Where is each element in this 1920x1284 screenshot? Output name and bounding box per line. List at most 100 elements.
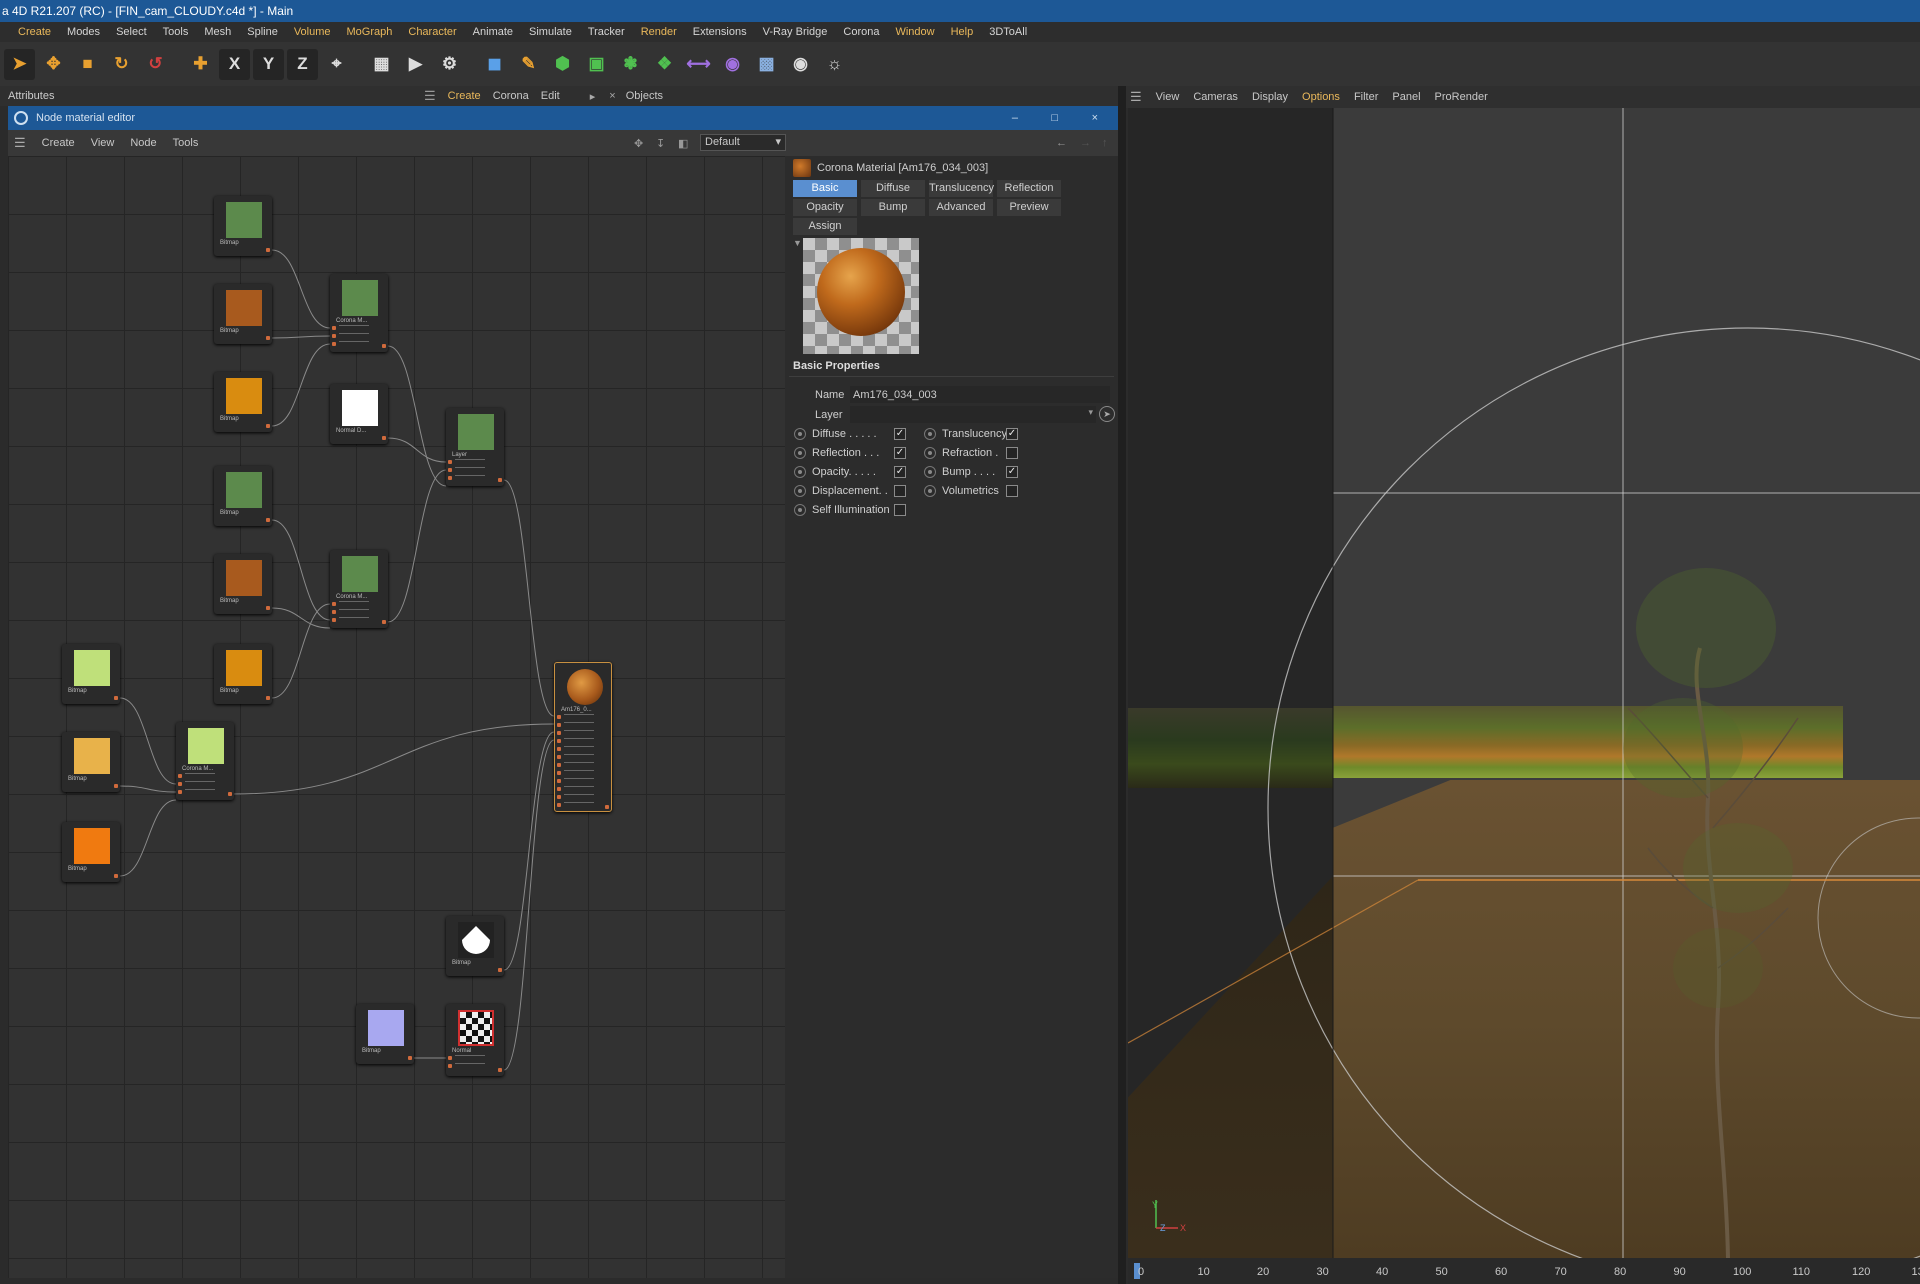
input-port[interactable] <box>557 787 561 791</box>
output-port[interactable] <box>266 696 270 700</box>
minimize-icon[interactable]: – <box>1012 112 1018 124</box>
objects-menu-create[interactable]: Create <box>448 90 481 102</box>
world-coords-icon[interactable]: ⌖ <box>321 49 352 80</box>
cloner-icon[interactable]: ❃ <box>615 49 646 80</box>
graph-node-n1[interactable]: Bitmap <box>214 196 272 256</box>
deformer-icon[interactable]: ❖ <box>649 49 680 80</box>
graph-node-n17[interactable]: Bitmap <box>356 1004 414 1064</box>
property-animate-radio[interactable] <box>924 466 936 478</box>
back-arrow-icon[interactable]: ← <box>1056 137 1067 149</box>
property-checkbox[interactable] <box>1006 447 1018 459</box>
pan-icon[interactable]: ✥ <box>634 137 643 150</box>
output-port[interactable] <box>408 1056 412 1060</box>
up-arrow-icon[interactable]: ↑ <box>1102 137 1108 149</box>
viewport-menu-filter[interactable]: Filter <box>1354 91 1378 103</box>
preset-dropdown[interactable]: Default ▾ <box>700 134 786 151</box>
graph-node-n9[interactable]: Corona M... <box>330 550 388 628</box>
viewport-menu-options[interactable]: Options <box>1302 91 1340 103</box>
menu-tools[interactable]: Tools <box>155 26 197 38</box>
render-view-icon[interactable]: ▦ <box>366 49 397 80</box>
property-checkbox[interactable] <box>894 504 906 516</box>
property-animate-radio[interactable] <box>924 428 936 440</box>
output-port[interactable] <box>266 424 270 428</box>
property-animate-radio[interactable] <box>794 447 806 459</box>
objects-menu-corona[interactable]: Corona <box>493 90 529 102</box>
panel-divider[interactable] <box>1118 86 1126 1284</box>
menu-mesh[interactable]: Mesh <box>196 26 239 38</box>
input-port[interactable] <box>557 723 561 727</box>
scene-icon[interactable]: ◉ <box>717 49 748 80</box>
tab-advanced[interactable]: Advanced <box>929 199 993 216</box>
material-preview[interactable] <box>803 238 919 354</box>
extrude-icon[interactable]: ▣ <box>581 49 612 80</box>
render-settings-icon[interactable]: ⚙ <box>434 49 465 80</box>
cube-icon[interactable]: ◼ <box>479 49 510 80</box>
input-port[interactable] <box>448 1064 452 1068</box>
input-port[interactable] <box>557 715 561 719</box>
node-menu-create[interactable]: Create <box>42 137 75 149</box>
input-port[interactable] <box>178 790 182 794</box>
output-port[interactable] <box>605 805 609 809</box>
menu-modes[interactable]: Modes <box>59 26 108 38</box>
subdivision-icon[interactable]: ⬢ <box>547 49 578 80</box>
forward-arrow-icon[interactable]: → <box>1080 137 1091 149</box>
fit-icon[interactable]: ↧ <box>656 137 665 150</box>
input-port[interactable] <box>178 782 182 786</box>
output-port[interactable] <box>114 696 118 700</box>
menu-select[interactable]: Select <box>108 26 155 38</box>
output-port[interactable] <box>498 1068 502 1072</box>
menu-animate[interactable]: Animate <box>465 26 521 38</box>
graph-node-n14[interactable]: Bitmap <box>62 822 120 882</box>
objects-tab[interactable]: Objects <box>626 90 663 102</box>
tab-diffuse[interactable]: Diffuse <box>861 180 925 197</box>
output-port[interactable] <box>498 968 502 972</box>
graph-node-n5[interactable]: Normal D... <box>330 384 388 444</box>
menu-corona[interactable]: Corona <box>835 26 887 38</box>
tab-basic[interactable]: Basic <box>793 180 857 197</box>
output-port[interactable] <box>114 784 118 788</box>
recent-tools-icon[interactable]: ↺ <box>140 49 171 80</box>
graph-node-n4[interactable]: Bitmap <box>214 372 272 432</box>
menu-tracker[interactable]: Tracker <box>580 26 633 38</box>
property-checkbox[interactable] <box>894 485 906 497</box>
property-checkbox[interactable] <box>1006 485 1018 497</box>
tab-assign[interactable]: Assign <box>793 218 857 235</box>
node-menu-node[interactable]: Node <box>130 137 156 149</box>
graph-node-n7[interactable]: Bitmap <box>214 466 272 526</box>
output-port[interactable] <box>266 518 270 522</box>
menu-render[interactable]: Render <box>633 26 685 38</box>
graph-node-n18[interactable]: Normal <box>446 1004 504 1076</box>
input-port[interactable] <box>448 460 452 464</box>
input-port[interactable] <box>178 774 182 778</box>
property-checkbox[interactable]: ✓ <box>894 447 906 459</box>
graph-node-n8[interactable]: Bitmap <box>214 554 272 614</box>
node-menu-view[interactable]: View <box>91 137 115 149</box>
property-checkbox[interactable]: ✓ <box>1006 428 1018 440</box>
menu-mograph[interactable]: MoGraph <box>339 26 401 38</box>
menu-extensions[interactable]: Extensions <box>685 26 755 38</box>
close-icon[interactable]: × <box>1092 112 1098 124</box>
axis-cross-icon[interactable]: ✚ <box>185 49 216 80</box>
viewport-menu-view[interactable]: View <box>1156 91 1180 103</box>
tab-preview[interactable]: Preview <box>997 199 1061 216</box>
node-menu-tools[interactable]: Tools <box>173 137 199 149</box>
node-graph-canvas[interactable]: Bitmap Bitmap Corona M... Bitmap Normal D...… <box>8 156 785 1278</box>
hamburger-icon[interactable]: ☰ <box>14 135 26 151</box>
tab-bump[interactable]: Bump <box>861 199 925 216</box>
collapse-arrow-icon[interactable]: ▼ <box>793 238 802 248</box>
input-port[interactable] <box>557 763 561 767</box>
graph-node-n13[interactable]: Corona M... <box>176 722 234 800</box>
layer-field[interactable]: ▾ <box>850 406 1096 423</box>
input-port[interactable] <box>557 771 561 775</box>
graph-node-n6[interactable]: Layer <box>446 408 504 486</box>
property-animate-radio[interactable] <box>794 504 806 516</box>
tab-reflection[interactable]: Reflection <box>997 180 1061 197</box>
measure-icon[interactable]: ⟷ <box>683 49 714 80</box>
input-port[interactable] <box>448 1056 452 1060</box>
input-port[interactable] <box>557 739 561 743</box>
menu-spline[interactable]: Spline <box>239 26 286 38</box>
menu-3dtoall[interactable]: 3DToAll <box>981 26 1035 38</box>
hamburger-icon[interactable]: ☰ <box>420 88 436 104</box>
input-port[interactable] <box>557 779 561 783</box>
input-port[interactable] <box>557 795 561 799</box>
